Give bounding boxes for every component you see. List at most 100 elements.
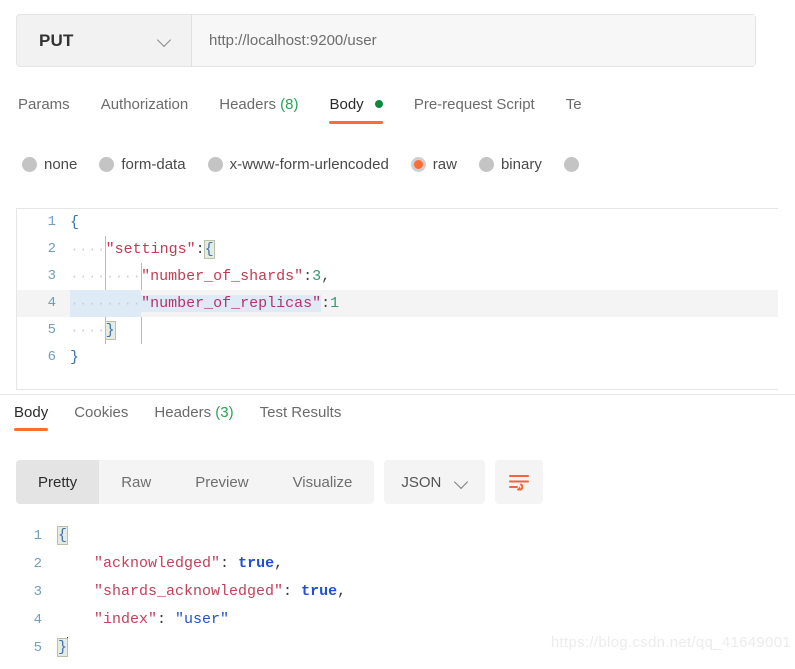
editor-line-active: 4 ········"number_of_replicas":1	[17, 290, 778, 317]
line-number: 5	[33, 640, 42, 656]
radio-none-label: none	[44, 155, 78, 173]
response-tab-test-results-label: Test Results	[259, 404, 342, 421]
line-content: "index": "user"	[94, 611, 230, 628]
radio-x-www-form-urlencoded-label: x-www-form-urlencoded	[229, 155, 389, 173]
line-content: "acknowledged": true,	[94, 555, 284, 572]
request-body-editor[interactable]: 1 { 2 ····"settings":{ 3 ········"number…	[16, 208, 778, 390]
view-mode-visualize[interactable]: Visualize	[271, 460, 375, 504]
response-tab-headers-count: (3)	[215, 404, 234, 421]
tab-headers[interactable]: Headers (8)	[219, 96, 298, 124]
request-tabs: Params Authorization Headers (8) Body Pr…	[18, 96, 613, 130]
response-language-label: JSON	[401, 473, 442, 491]
line-content: }	[56, 637, 69, 657]
view-mode-visualize-label: Visualize	[292, 473, 353, 491]
tab-body[interactable]: Body	[329, 96, 384, 124]
tab-pre-request-script-label: Pre-request Script	[413, 96, 535, 113]
chevron-down-icon	[455, 476, 468, 489]
postman-window: PUT http://localhost:9200/user Params Au…	[0, 0, 795, 669]
radio-binary-icon	[478, 156, 494, 172]
line-content: ········"number_of_replicas":1	[70, 290, 339, 317]
watermark: https://blog.csdn.net/qq_41649001	[550, 634, 791, 651]
line-number: 4	[33, 612, 42, 628]
radio-graphql-icon	[563, 156, 579, 172]
view-mode-raw[interactable]: Raw	[99, 460, 173, 504]
response-tab-body[interactable]: Body	[14, 404, 49, 431]
editor-line: 3 ········"number_of_shards":3,	[17, 263, 778, 290]
text-caret	[67, 637, 69, 654]
view-mode-preview[interactable]: Preview	[173, 460, 270, 504]
tab-authorization[interactable]: Authorization	[101, 96, 189, 124]
request-url-input[interactable]: http://localhost:9200/user	[192, 15, 755, 66]
radio-raw[interactable]: raw	[410, 155, 457, 173]
view-mode-raw-label: Raw	[121, 473, 152, 491]
http-method-label: PUT	[39, 30, 74, 50]
response-view-mode-group: Pretty Raw Preview Visualize	[16, 460, 375, 504]
line-number: 4	[47, 295, 56, 311]
tab-tests[interactable]: Te	[566, 96, 582, 124]
radio-x-www-form-urlencoded-icon	[207, 156, 223, 172]
editor-line: 5 ····}	[17, 317, 778, 344]
response-line: 4 "index": "user"	[0, 606, 795, 634]
line-content: "shards_acknowledged": true,	[94, 583, 347, 600]
response-tabs: Body Cookies Headers (3) Test Results	[14, 404, 367, 436]
radio-form-data-icon	[99, 156, 115, 172]
wrap-lines-icon	[509, 475, 530, 491]
view-mode-preview-label: Preview	[195, 473, 249, 491]
radio-graphql[interactable]	[563, 156, 586, 172]
radio-none-icon	[22, 156, 37, 172]
http-method-dropdown[interactable]: PUT	[17, 15, 192, 66]
radio-raw-icon	[410, 156, 426, 172]
line-number: 6	[47, 349, 56, 365]
body-modified-dot-icon	[374, 100, 383, 108]
line-content: }	[70, 349, 80, 366]
line-number: 1	[47, 214, 56, 230]
editor-line: 1 {	[17, 209, 778, 236]
line-number: 1	[33, 528, 42, 544]
view-mode-pretty[interactable]: Pretty	[16, 460, 100, 504]
line-number: 3	[33, 584, 42, 600]
wrap-lines-button[interactable]	[495, 460, 544, 504]
tab-pre-request-script[interactable]: Pre-request Script	[414, 96, 535, 124]
line-number: 5	[47, 322, 56, 338]
response-line: 1 {	[0, 522, 795, 550]
radio-form-data-label: form-data	[121, 155, 186, 173]
radio-x-www-form-urlencoded[interactable]: x-www-form-urlencoded	[207, 155, 389, 173]
tab-params[interactable]: Params	[18, 96, 70, 124]
line-content: {	[70, 214, 80, 231]
response-tab-cookies[interactable]: Cookies	[74, 404, 128, 431]
tab-authorization-label: Authorization	[100, 96, 189, 113]
editor-line: 6 }	[17, 344, 778, 371]
view-mode-pretty-label: Pretty	[38, 473, 78, 491]
line-content: ········"number_of_shards":3,	[70, 268, 331, 285]
response-tab-headers[interactable]: Headers (3)	[154, 404, 233, 431]
radio-raw-label: raw	[432, 155, 457, 173]
response-tab-headers-label: Headers	[154, 404, 212, 421]
response-tab-body-label: Body	[14, 404, 49, 421]
request-response-divider	[0, 394, 795, 395]
body-type-radio-group: none form-data x-www-form-urlencoded raw…	[22, 152, 586, 176]
line-content: {	[56, 526, 69, 545]
radio-form-data[interactable]: form-data	[99, 155, 186, 173]
line-number: 3	[47, 268, 56, 284]
tab-tests-label: Te	[565, 96, 582, 113]
response-viewer-toolbar: Pretty Raw Preview Visualize JSON	[16, 460, 544, 504]
response-tab-cookies-label: Cookies	[74, 404, 129, 421]
radio-binary[interactable]: binary	[478, 155, 542, 173]
line-number: 2	[47, 241, 56, 257]
line-number: 2	[33, 556, 42, 572]
response-language-dropdown[interactable]: JSON	[384, 460, 486, 504]
line-content: ····}	[70, 321, 116, 340]
radio-binary-label: binary	[500, 155, 542, 173]
response-line: 2 "acknowledged": true,	[0, 550, 795, 578]
response-tab-test-results[interactable]: Test Results	[260, 404, 342, 431]
chevron-down-icon	[158, 34, 171, 47]
line-content: ····"settings":{	[70, 240, 215, 259]
radio-none[interactable]: none	[22, 156, 77, 173]
response-line: 3 "shards_acknowledged": true,	[0, 578, 795, 606]
tab-headers-label: Headers	[219, 96, 276, 113]
request-url-bar: PUT http://localhost:9200/user	[16, 14, 756, 67]
editor-line: 2 ····"settings":{	[17, 236, 778, 263]
tab-headers-count: (8)	[280, 96, 299, 113]
tab-params-label: Params	[18, 96, 70, 113]
tab-body-label: Body	[329, 96, 364, 113]
